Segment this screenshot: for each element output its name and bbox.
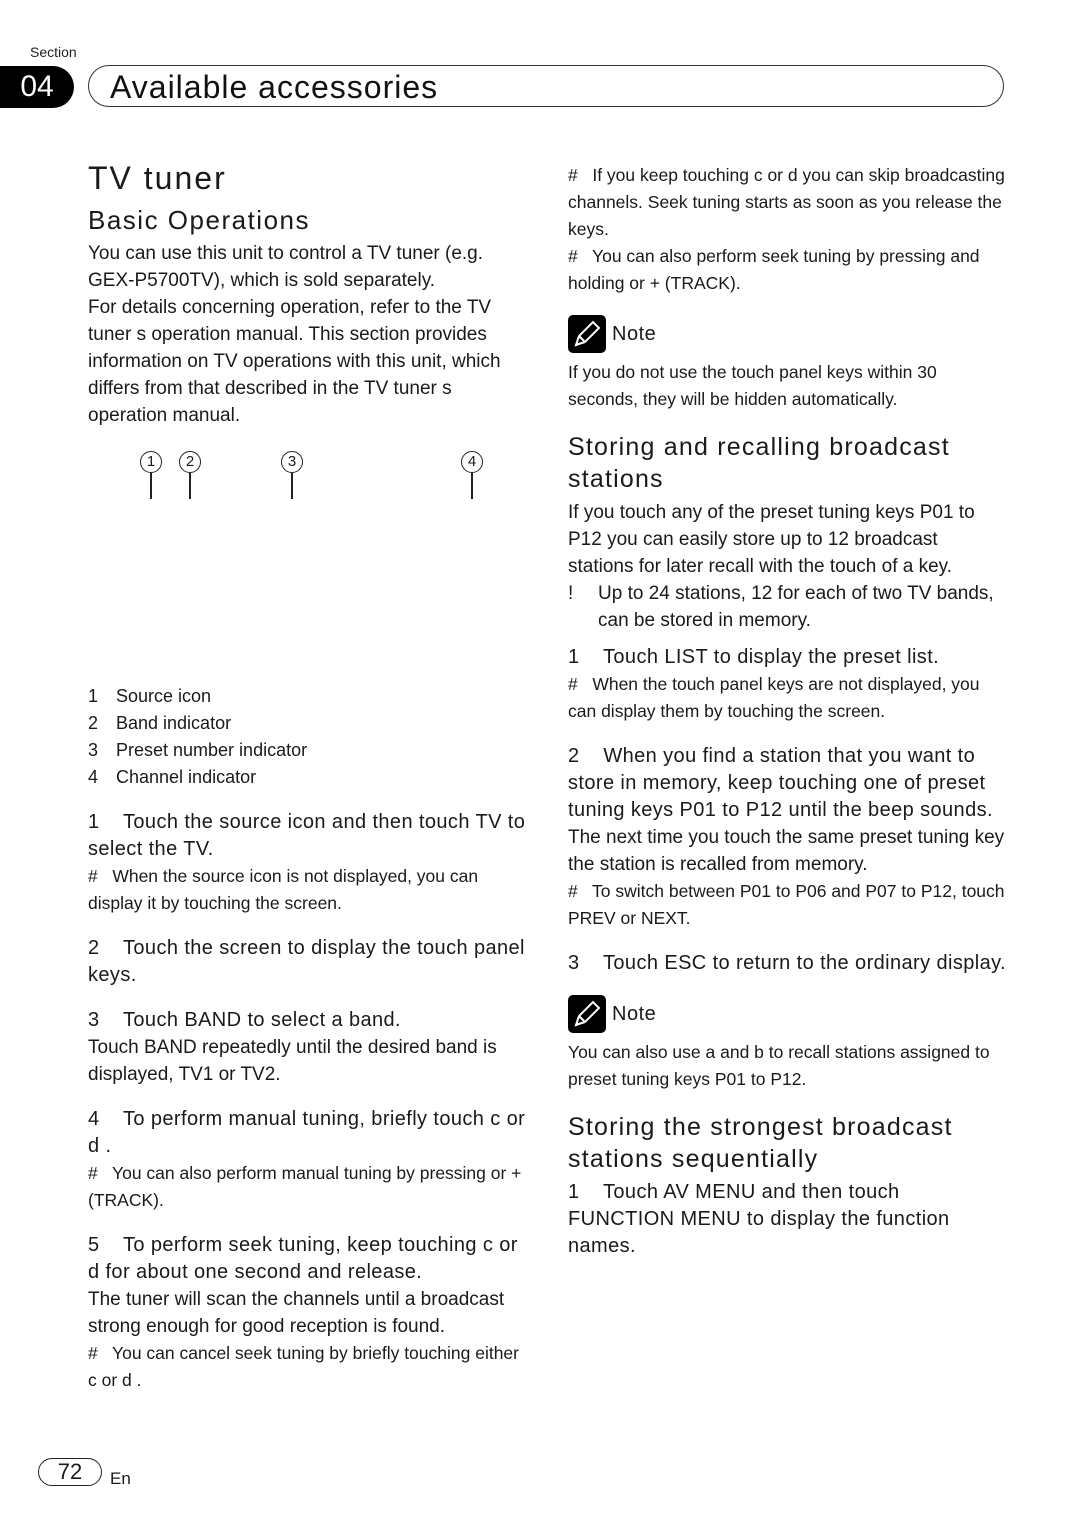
store-step-2-note: # To switch between P01 to P06 and P07 t… — [568, 881, 1005, 928]
note-label: Note — [612, 322, 657, 345]
step-3-body: Touch BAND repeatedly until the desired … — [88, 1037, 497, 1085]
bullet-item: ! Up to 24 stations, 12 for each of two … — [568, 583, 994, 631]
legend-item: 3 Preset number indicator — [88, 740, 308, 760]
language-code: En — [110, 1469, 131, 1488]
note-heading: Note — [568, 995, 1008, 1033]
store-step-2: 2 When you find a station that you want … — [568, 745, 993, 821]
store-step-1: 1 Touch LIST to display the preset list. — [568, 646, 940, 668]
step-4-note: # You can also perform manual tuning by … — [88, 1163, 522, 1210]
note-text: You can also use a and b to recall stati… — [568, 1042, 990, 1089]
section-number-badge: 04 — [0, 66, 74, 108]
pencil-note-icon — [568, 995, 606, 1033]
callout-1: 1 — [140, 451, 162, 499]
legend-item: 4 Channel indicator — [88, 767, 257, 787]
page-number: 72 — [38, 1458, 102, 1486]
seek-note: # You can also perform seek tuning by pr… — [568, 246, 980, 293]
step-5-note: # You can cancel seek tuning by briefly … — [88, 1343, 519, 1390]
strongest-step-1: 1 Touch AV MENU and then touch FUNCTION … — [568, 1181, 950, 1257]
heading-storing-recalling: Storing and recalling broadcast stations — [568, 433, 950, 493]
step-3: 3 Touch BAND to select a band. — [88, 1009, 402, 1031]
page-heading: TV tuner — [88, 160, 227, 196]
callout-4: 4 — [461, 451, 483, 499]
step-5: 5 To perform seek tuning, keep touching … — [88, 1234, 518, 1283]
pencil-note-icon — [568, 315, 606, 353]
seek-note: # If you keep touching c or d you can sk… — [568, 165, 1005, 239]
storing-intro: If you touch any of the preset tuning ke… — [568, 502, 975, 577]
note-heading: Note — [568, 315, 1008, 353]
store-step-2-body: The next time you touch the same preset … — [568, 827, 1005, 875]
subheading-basic-operations: Basic Operations — [88, 205, 310, 235]
left-column: TV tuner Basic Operations You can use th… — [88, 158, 528, 1394]
heading-strongest-stations: Storing the strongest broadcast stations… — [568, 1113, 953, 1173]
step-2: 2 Touch the screen to display the touch … — [88, 937, 525, 986]
step-1: 1 Touch the source icon and then touch T… — [88, 811, 526, 860]
legend-item: 2 Band indicator — [88, 713, 232, 733]
note-label: Note — [612, 1002, 657, 1025]
step-5-body: The tuner will scan the channels until a… — [88, 1289, 505, 1337]
callout-3: 3 — [281, 451, 303, 499]
intro-paragraph: For details concerning operation, refer … — [88, 297, 501, 426]
right-column: # If you keep touching c or d you can sk… — [568, 162, 1008, 1260]
note-text: If you do not use the touch panel keys w… — [568, 362, 937, 409]
store-step-3: 3 Touch ESC to return to the ordinary di… — [568, 952, 1006, 974]
callout-2: 2 — [179, 451, 201, 499]
screen-diagram: 1 2 3 4 — [88, 443, 528, 683]
step-1-note: # When the source icon is not displayed,… — [88, 866, 479, 913]
legend-list: 1 Source icon 2 Band indicator 3 Preset num… — [88, 683, 528, 791]
legend-item: 1 Source icon — [88, 686, 212, 706]
intro-paragraph: You can use this unit to control a TV tu… — [88, 243, 484, 291]
section-label: Section — [30, 44, 77, 60]
store-step-1-note: # When the touch panel keys are not disp… — [568, 674, 980, 721]
step-4: 4 To perform manual tuning, briefly touc… — [88, 1108, 526, 1157]
section-title: Available accessories — [110, 69, 439, 105]
